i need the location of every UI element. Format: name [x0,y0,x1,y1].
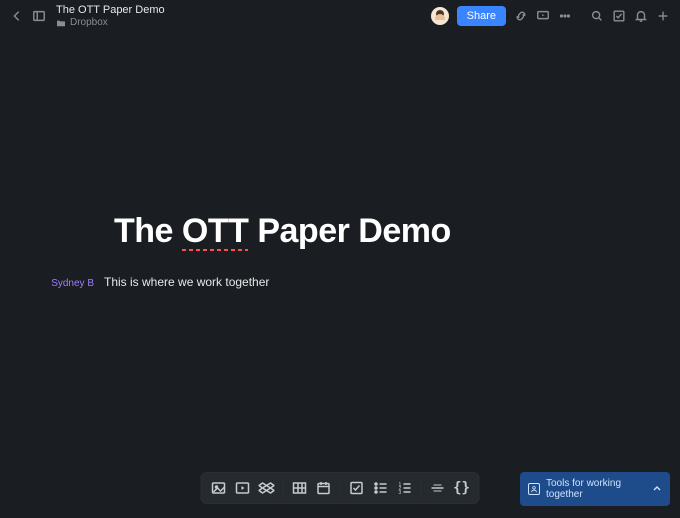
copy-link-button[interactable] [512,7,530,25]
image-icon [211,480,227,496]
top-bar-left: The OTT Paper Demo Dropbox [6,4,427,28]
insert-divider-button[interactable] [427,477,449,499]
more-horizontal-icon [558,9,572,23]
share-button[interactable]: Share [457,6,506,26]
video-icon [235,480,251,496]
back-button[interactable] [8,7,26,25]
insert-media-button[interactable] [232,477,254,499]
insert-code-block-button[interactable]: {} [451,477,473,499]
doc-title[interactable]: The OTT Paper Demo [56,4,165,16]
toolbar-separator [340,479,341,497]
insert-image-button[interactable] [208,477,230,499]
plus-icon [656,9,670,23]
folder-icon [56,19,66,27]
numbered-list-icon: 123 [397,480,413,496]
table-icon [292,480,308,496]
insert-numbered-list-button[interactable]: 123 [394,477,416,499]
bell-icon [634,9,648,23]
tasks-button[interactable] [610,7,628,25]
new-doc-button[interactable] [654,7,672,25]
sidebar-icon [32,9,46,23]
search-icon [590,9,604,23]
title-block: The OTT Paper Demo Dropbox [56,4,165,28]
heading-part-1: The [114,212,182,250]
more-button[interactable] [556,7,574,25]
insert-table-button[interactable] [289,477,311,499]
author-attribution[interactable]: Sydney B [0,278,104,289]
paragraph-line: Sydney B This is where we work together [0,275,680,289]
top-bar-right: Share [427,6,674,26]
document-content[interactable]: The OTT Paper Demo Sydney B This is wher… [0,212,680,289]
document-heading[interactable]: The OTT Paper Demo [114,212,680,251]
search-button[interactable] [588,7,606,25]
toolbar-separator [421,479,422,497]
checkbox-icon [349,480,365,496]
collab-tools-callout[interactable]: Tools for working together [520,472,670,506]
present-button[interactable] [534,7,552,25]
page-body: The OTT Paper Demo Sydney B This is wher… [0,32,680,518]
insert-timeline-button[interactable] [313,477,335,499]
insert-dropbox-file-button[interactable] [256,477,278,499]
check-square-icon [612,9,626,23]
chevron-up-icon [652,484,662,494]
insert-bullet-list-button[interactable] [370,477,392,499]
insert-toolbar: 123 {} [201,472,480,504]
collab-icon [528,483,540,495]
top-bar: The OTT Paper Demo Dropbox Share [0,0,680,32]
dropbox-icon [259,480,275,496]
heading-part-2: Paper Demo [248,212,450,250]
link-icon [514,9,528,23]
sidebar-toggle-button[interactable] [30,7,48,25]
breadcrumb[interactable]: Dropbox [56,17,165,28]
divider-icon [430,480,446,496]
chevron-left-icon [10,9,24,23]
calendar-icon [316,480,332,496]
insert-todo-button[interactable] [346,477,368,499]
code-braces-icon: {} [453,480,470,496]
svg-text:3: 3 [399,490,402,496]
avatar[interactable] [431,7,449,25]
presentation-icon [536,9,550,23]
paragraph-text[interactable]: This is where we work together [104,275,269,289]
breadcrumb-folder: Dropbox [70,17,108,28]
callout-text: Tools for working together [546,478,646,500]
heading-misspelled-word[interactable]: OTT [182,212,248,250]
notifications-button[interactable] [632,7,650,25]
bullet-list-icon [373,480,389,496]
toolbar-separator [283,479,284,497]
